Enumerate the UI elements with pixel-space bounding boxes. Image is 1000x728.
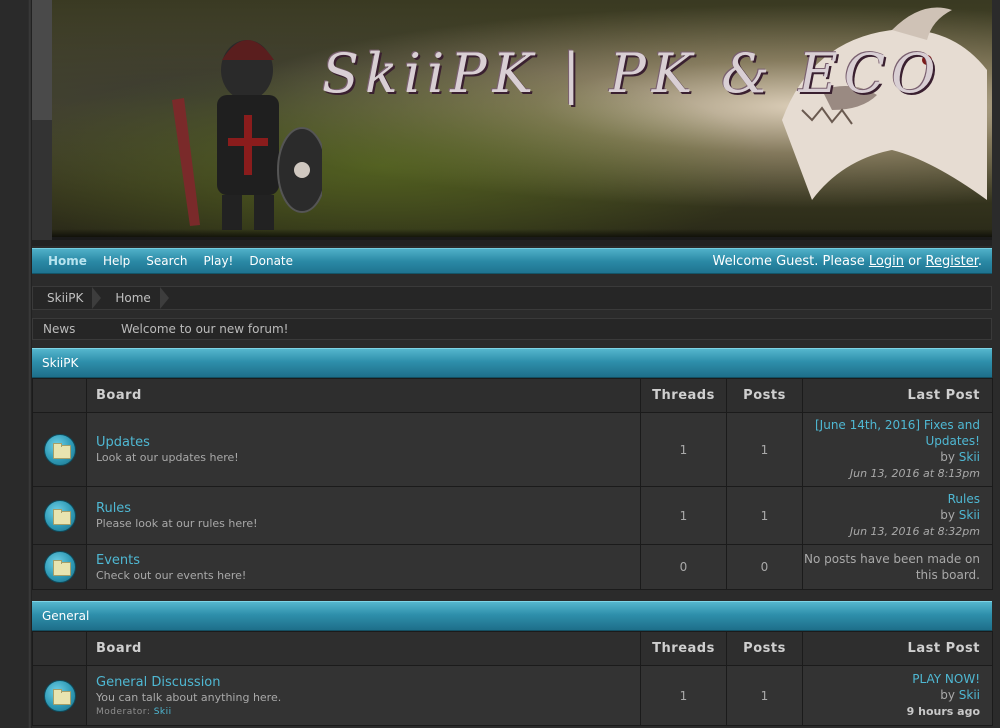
thread-count: 0 [640,544,727,590]
header-last-post: Last Post [802,378,993,413]
last-post-none: No posts have been made on this board. [802,544,993,590]
folder-icon [43,433,76,466]
header-icon-col [32,378,87,413]
header-board: Board [86,631,641,666]
breadcrumb-skiipk[interactable]: SkiiPK [33,287,102,309]
last-post-date: Jun 13, 2016 at 8:13pm [849,467,980,480]
last-post-by: by [940,508,959,522]
welcome-suffix: . [977,253,982,269]
table-row: General Discussion You can talk about an… [32,665,993,726]
post-count: 0 [726,544,803,590]
board-icon-cell [32,486,87,545]
header-threads: Threads [640,631,727,666]
last-post-link[interactable]: PLAY NOW! [912,672,980,686]
last-post: PLAY NOW! by Skii 9 hours ago [802,665,993,726]
register-link[interactable]: Register [926,254,978,269]
board-table-skiipk: Board Threads Posts Last Post Updates Lo… [32,378,993,590]
board-info: Events Check out our events here! [86,544,641,590]
last-post-author[interactable]: Skii [959,450,980,464]
moderator-link[interactable]: Skii [154,707,172,717]
post-count: 1 [726,486,803,545]
last-post-by: by [940,688,959,702]
header-threads: Threads [640,378,727,413]
header-posts: Posts [726,631,803,666]
last-post: [June 14th, 2016] Fixes and Updates! by … [802,412,993,487]
thread-count: 1 [640,486,727,545]
dragon-illustration [782,7,987,200]
last-post-author[interactable]: Skii [959,508,980,522]
nav-play[interactable]: Play! [196,248,242,274]
main-nav: Home Help Search Play! Donate Welcome Gu… [32,248,992,274]
welcome-message: Welcome Guest. Please Login or Register. [712,254,992,269]
rail-tab-lower [32,120,52,240]
table-row: Updates Look at our updates here! 1 1 [J… [32,412,993,487]
breadcrumb: SkiiPK Home [32,286,992,310]
last-post-link[interactable]: [June 14th, 2016] Fixes and Updates! [815,418,980,448]
header-board: Board [86,378,641,413]
table-row: Events Check out our events here! 0 0 No… [32,544,993,590]
nav-donate[interactable]: Donate [241,248,301,274]
last-post-link[interactable]: Rules [948,492,980,506]
board-link-updates[interactable]: Updates [96,435,640,450]
breadcrumb-home[interactable]: Home [101,287,170,309]
board-table-header: Board Threads Posts Last Post [32,378,993,413]
login-link[interactable]: Login [869,254,904,269]
last-post-author[interactable]: Skii [959,688,980,702]
moderator-label: Moderator: [96,706,154,717]
left-rail [0,0,52,728]
board-info: Rules Please look at our rules here! [86,486,641,545]
last-post-by: by [940,450,959,464]
board-link-general-discussion[interactable]: General Discussion [96,675,640,690]
post-count: 1 [726,412,803,487]
board-icon-cell [32,544,87,590]
nav-home[interactable]: Home [32,248,95,274]
board-link-events[interactable]: Events [96,553,640,568]
table-row: Rules Please look at our rules here! 1 1… [32,486,993,545]
banner-title: SkiiPK | PK & ECO [322,42,942,105]
board-description: Please look at our rules here! [96,517,258,530]
welcome-text: Welcome Guest. Please [712,253,869,269]
board-link-rules[interactable]: Rules [96,501,640,516]
news-bar: News Welcome to our new forum! [32,318,992,340]
thread-count: 1 [640,665,727,726]
news-text: Welcome to our new forum! [121,322,289,336]
header-posts: Posts [726,378,803,413]
knight-illustration [172,40,322,230]
board-description: Look at our updates here! [96,451,239,464]
header-icon-col [32,631,87,666]
board-icon-cell [32,665,87,726]
rail-tab [32,0,52,120]
forum-banner: SkiiPK | PK & ECO [52,0,992,240]
folder-icon [43,551,76,583]
folder-icon [43,499,76,532]
last-post-date: 9 hours ago [906,705,980,718]
banner-shadow [52,229,992,237]
header-last-post: Last Post [802,631,993,666]
post-count: 1 [726,665,803,726]
board-info: Updates Look at our updates here! [86,412,641,487]
board-table-header: Board Threads Posts Last Post [32,631,993,666]
category-header-skiipk[interactable]: SkiiPK [32,348,992,378]
nav-search[interactable]: Search [138,248,195,274]
board-info: General Discussion You can talk about an… [86,665,641,726]
board-icon-cell [32,412,87,487]
last-post-date: Jun 13, 2016 at 8:32pm [849,525,980,538]
folder-icon [43,679,76,712]
category-header-general[interactable]: General [32,601,992,631]
board-moderator: Moderator: Skii [96,707,640,717]
board-description: Check out our events here! [96,568,247,582]
board-table-general: Board Threads Posts Last Post General Di… [32,631,993,726]
board-description: You can talk about anything here. [96,690,282,704]
news-label: News [43,322,76,336]
banner-divider [32,240,992,246]
last-post: Rules by Skii Jun 13, 2016 at 8:32pm [802,486,993,545]
thread-count: 1 [640,412,727,487]
welcome-or: or [903,253,926,269]
nav-help[interactable]: Help [95,248,138,274]
